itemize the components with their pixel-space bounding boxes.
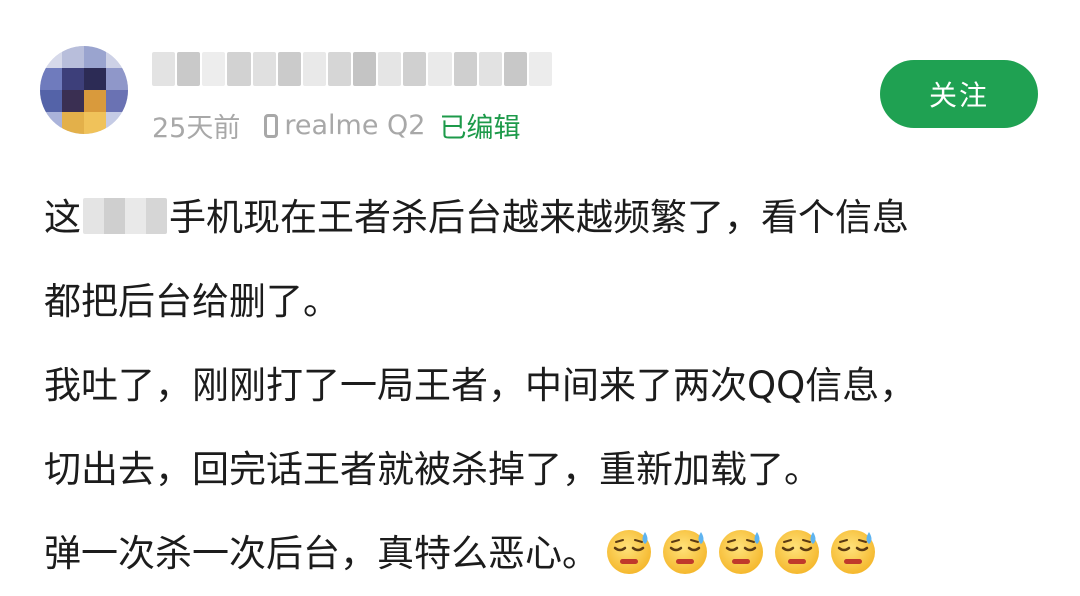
downcast-face-with-sweat-icon: [719, 530, 763, 574]
content-line-1: 这 手机现在王者杀后台越来越频繁了，看个信息: [44, 176, 1044, 260]
emoji-row: [599, 530, 879, 575]
phone-icon: [264, 114, 279, 138]
content-line-5: 弹一次杀一次后台，真特么恶心。: [44, 512, 1044, 596]
content-line-2: 都把后台给删了。: [44, 280, 340, 323]
downcast-face-with-sweat-icon: [607, 530, 651, 574]
post-device: realme Q2: [284, 109, 426, 141]
content-line-4: 切出去，回完话王者就被杀掉了，重新加载了。: [44, 448, 821, 491]
content-text: 弹一次杀一次后台，真特么恶心。: [44, 532, 599, 575]
content-text: 手机现在王者杀后台越来越频繁了，看个信息: [169, 196, 909, 239]
follow-button[interactable]: 关注: [880, 60, 1038, 128]
post-meta: 25天前 realme Q2 已编辑: [152, 106, 520, 144]
avatar[interactable]: [40, 46, 128, 134]
username-blurred[interactable]: [152, 52, 552, 86]
content-line-3: 我吐了，刚刚打了一局王者，中间来了两次QQ信息，: [44, 364, 917, 407]
post-time: 25天前: [152, 112, 241, 144]
censored-mosaic: [83, 198, 167, 234]
downcast-face-with-sweat-icon: [663, 530, 707, 574]
post-header: 25天前 realme Q2 已编辑 关注: [0, 0, 1080, 160]
post-content: 这 手机现在王者杀后台越来越频繁了，看个信息 都把后台给删了。 我吐了，刚刚打了一…: [44, 176, 1044, 596]
content-text: 这: [44, 196, 81, 239]
edited-badge[interactable]: 已编辑: [439, 106, 520, 145]
downcast-face-with-sweat-icon: [831, 530, 875, 574]
downcast-face-with-sweat-icon: [775, 530, 819, 574]
